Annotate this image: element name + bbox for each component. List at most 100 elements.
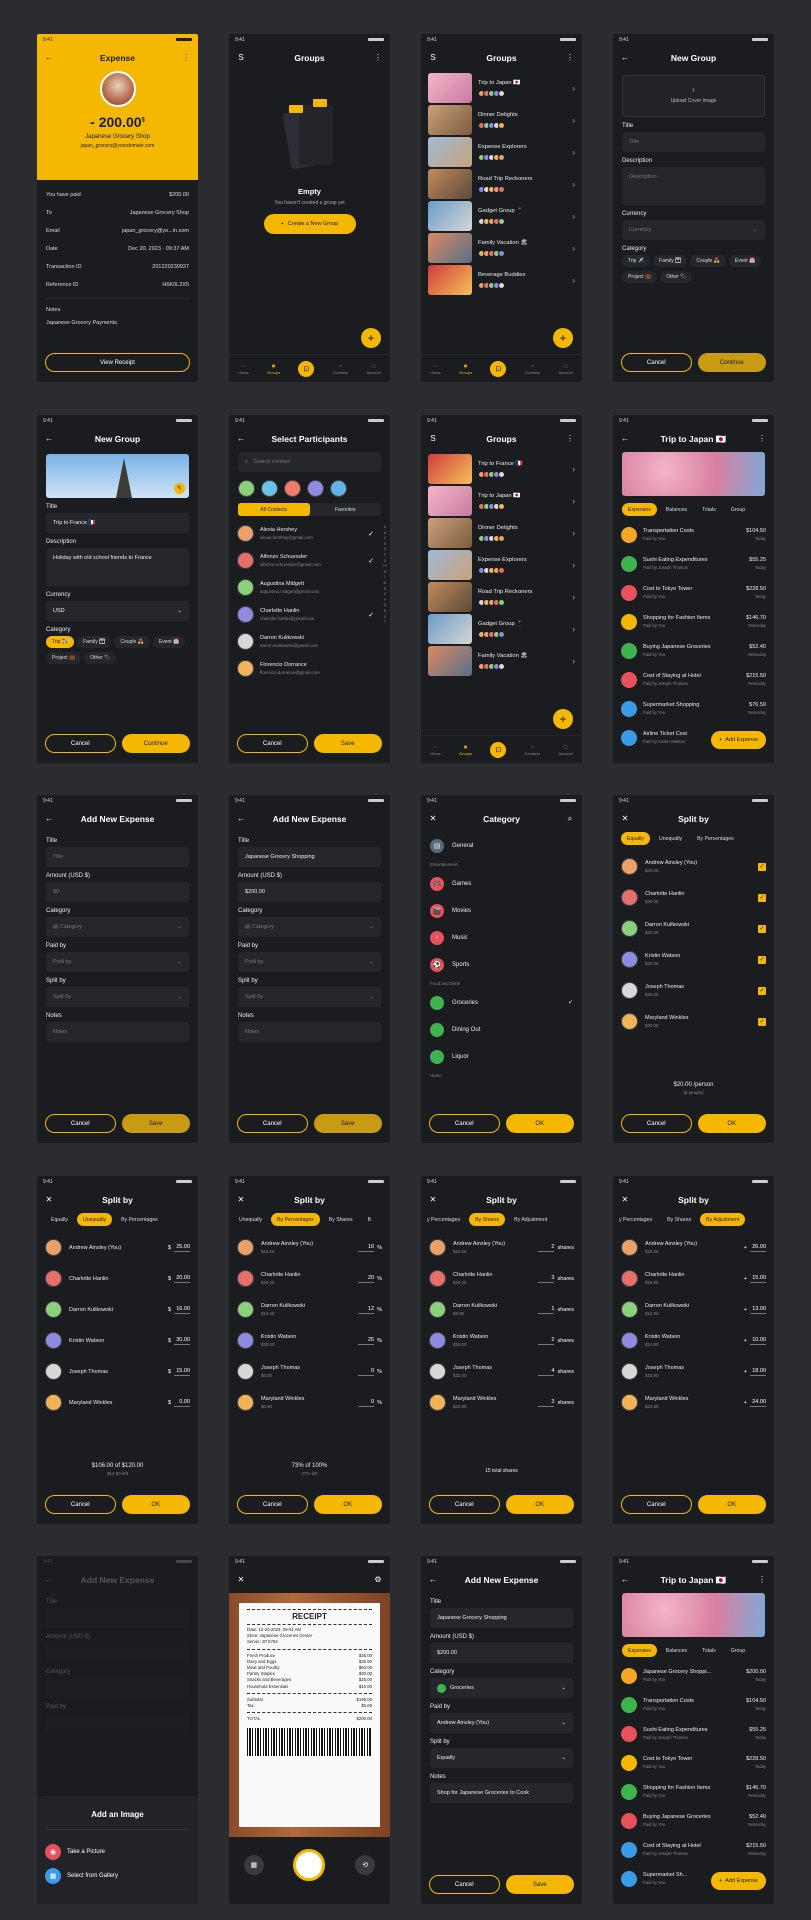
amount-input[interactable]: 2 shares xyxy=(538,1244,574,1252)
back-arrow-icon[interactable]: ← xyxy=(621,1576,629,1584)
amount-input[interactable]: +15.00 xyxy=(744,1275,766,1283)
nav-home[interactable]: ⌂ Home xyxy=(430,744,441,756)
person-row[interactable]: Joseph Thomas $20.00 ✓ xyxy=(613,975,774,1006)
cancel-button[interactable]: Cancel xyxy=(45,1114,116,1133)
save-button[interactable]: Save xyxy=(313,1114,382,1133)
add-expense-button[interactable]: + Add Expense xyxy=(711,731,766,749)
alphabet-index[interactable]: ABCDEFGHIJKLMNOPQRST xyxy=(383,525,387,626)
close-icon[interactable]: ✕ xyxy=(429,1196,437,1204)
category-general[interactable]: ▤ General xyxy=(421,832,582,859)
nav-groups[interactable]: ▣ Groups xyxy=(267,363,280,375)
person-row[interactable]: Darron Kulikowski $12.94 +13.00 xyxy=(613,1294,774,1325)
category-chip[interactable]: Other 🏷 xyxy=(660,271,693,283)
close-icon[interactable]: ✕ xyxy=(621,1196,629,1204)
person-row[interactable]: Kristin Watson $30.00 xyxy=(37,1325,198,1356)
cancel-button[interactable]: Cancel xyxy=(429,1114,500,1133)
amount-input[interactable]: 20% xyxy=(358,1275,382,1283)
category-item[interactable]: 🎬 Movies xyxy=(421,897,582,924)
cancel-button[interactable]: Cancel xyxy=(621,1114,692,1133)
close-icon[interactable]: ✕ xyxy=(45,1196,53,1204)
checkbox[interactable]: ✓ xyxy=(758,955,766,964)
tab-0[interactable]: Expenses xyxy=(622,1644,657,1657)
more-menu-icon[interactable]: ⋮ xyxy=(758,435,766,443)
avatar[interactable] xyxy=(261,480,278,497)
ok-button[interactable]: OK xyxy=(505,1495,574,1514)
person-row[interactable]: Darron Kulikowski $20.00 ✓ xyxy=(613,913,774,944)
expense-item[interactable]: Transportation Costs Paid by You $104.50 To… xyxy=(613,521,774,548)
person-row[interactable]: Darron Kulikowski $16.00 xyxy=(37,1294,198,1325)
category-select[interactable]: ▤ Category ⌄ xyxy=(46,917,189,937)
group-item[interactable]: Beverage Buddies › xyxy=(421,265,582,295)
person-row[interactable]: Maryland Winkles $24.80 +24.00 xyxy=(613,1387,774,1418)
avatar[interactable] xyxy=(238,480,255,497)
amount-input[interactable]: $0.00 xyxy=(168,1399,190,1407)
amount-input[interactable]: 16% xyxy=(358,1244,382,1252)
description-input[interactable]: Holiday with old school friends to Franc… xyxy=(46,548,189,586)
nav-account[interactable]: ◯ Account xyxy=(558,363,572,375)
group-item[interactable]: Family Vacation 🏖 › xyxy=(421,233,582,263)
amount-input[interactable]: 3 shares xyxy=(538,1399,574,1407)
take-picture-option[interactable]: ◉ Take a Picture xyxy=(37,1840,198,1864)
nav-contacts[interactable]: ☺ Contacts xyxy=(332,363,348,375)
notes-input[interactable]: Notes xyxy=(238,1022,381,1042)
nav-scan[interactable]: ⊡ xyxy=(490,741,507,758)
category-item[interactable]: 🎮 Games xyxy=(421,870,582,897)
cancel-button[interactable]: Cancel xyxy=(429,1875,500,1894)
view-receipt-button[interactable]: View Receipt xyxy=(45,353,190,372)
cancel-button[interactable]: Cancel xyxy=(621,1495,692,1514)
group-item[interactable]: Trip to France 🇫🇷 › xyxy=(421,454,582,484)
add-expense-button[interactable]: + Add Expense xyxy=(711,1872,766,1890)
person-row[interactable]: Joseph Thomas $0.00 0% xyxy=(229,1356,390,1387)
amount-input[interactable]: 4 shares xyxy=(538,1368,574,1376)
person-row[interactable]: Kristin Watson $16.00 2 shares xyxy=(421,1325,582,1356)
person-row[interactable]: Maryland Winkles $0.00 0% xyxy=(229,1387,390,1418)
tab-all-contacts[interactable]: All Contacts xyxy=(238,503,310,516)
checkbox[interactable]: ✓ xyxy=(758,893,766,902)
ok-button[interactable]: OK xyxy=(505,1114,574,1133)
avatar[interactable] xyxy=(284,480,301,497)
category-chip[interactable]: Event 📅 xyxy=(152,636,186,648)
person-row[interactable]: Joseph Thomas $32.00 4 shares xyxy=(421,1356,582,1387)
tab-favorites[interactable]: Favorites xyxy=(310,503,382,516)
expense-item[interactable]: Shopping for Fashion Items Paid by You $14… xyxy=(613,1778,774,1805)
cancel-button[interactable]: Cancel xyxy=(621,353,692,372)
continue-button[interactable]: Continue xyxy=(697,353,766,372)
person-row[interactable]: Maryland Winkles $20.00 ✓ xyxy=(613,1006,774,1037)
close-icon[interactable]: ✕ xyxy=(237,1196,245,1204)
edit-icon[interactable]: ✎ xyxy=(174,483,185,494)
group-item[interactable]: Road Trip Reckoners › xyxy=(421,169,582,199)
tab-1[interactable]: Balances xyxy=(660,503,693,516)
tab-1[interactable]: Unequally xyxy=(77,1213,113,1226)
title-input[interactable]: Title xyxy=(622,132,765,152)
back-arrow-icon[interactable]: ← xyxy=(621,54,629,62)
category-item[interactable]: ♪ Music xyxy=(421,924,582,951)
nav-account[interactable]: ◯ Account xyxy=(558,744,572,756)
person-row[interactable]: Kristin Watson $20.00 ✓ xyxy=(613,944,774,975)
tab-3[interactable]: B xyxy=(362,1213,377,1226)
expense-item[interactable]: Supermarket Shopping Paid by You $76.50 Yes… xyxy=(613,695,774,722)
person-row[interactable]: Kristin Watson $30.00 25% xyxy=(229,1325,390,1356)
save-button[interactable]: Save xyxy=(505,1875,574,1894)
tab-1[interactable]: By Percentages xyxy=(271,1213,320,1226)
amount-input[interactable]: $200.00 xyxy=(238,882,381,902)
tab-1[interactable]: Balances xyxy=(660,1644,693,1657)
nav-account[interactable]: ◯ Account xyxy=(366,363,380,375)
flip-camera-icon[interactable]: ⟲ xyxy=(355,1855,376,1875)
currency-select[interactable]: USD ⌄ xyxy=(46,601,189,621)
expense-item[interactable]: Cost of Staying at Hotel Paid by Joseph T… xyxy=(613,666,774,693)
save-button[interactable]: Save xyxy=(121,1114,190,1133)
cancel-button[interactable]: Cancel xyxy=(237,1495,308,1514)
category-chip[interactable]: Other 🏷 xyxy=(84,652,117,664)
close-icon[interactable]: ✕ xyxy=(237,1576,245,1584)
currency-select[interactable]: Currency ⌄ xyxy=(622,220,765,240)
cancel-button[interactable]: Cancel xyxy=(237,1114,308,1133)
tab-1[interactable]: By Shares xyxy=(661,1213,697,1226)
expense-item[interactable]: Transportation Costs Paid by You $104.50 To… xyxy=(613,1691,774,1718)
back-arrow-icon[interactable]: ← xyxy=(45,435,53,443)
amount-input[interactable]: 0% xyxy=(358,1368,382,1376)
person-row[interactable]: Andrew Ainsley (You) $32.80 +26.00 xyxy=(613,1232,774,1263)
person-row[interactable]: Andrew Ainsley (You) $20.00 ✓ xyxy=(613,851,774,882)
category-chip[interactable]: Event 📅 xyxy=(728,255,762,267)
nav-scan[interactable]: ⊡ xyxy=(490,360,507,377)
contact-item[interactable]: Augustina Midgett augustina.midgett@gmail… xyxy=(229,574,390,601)
